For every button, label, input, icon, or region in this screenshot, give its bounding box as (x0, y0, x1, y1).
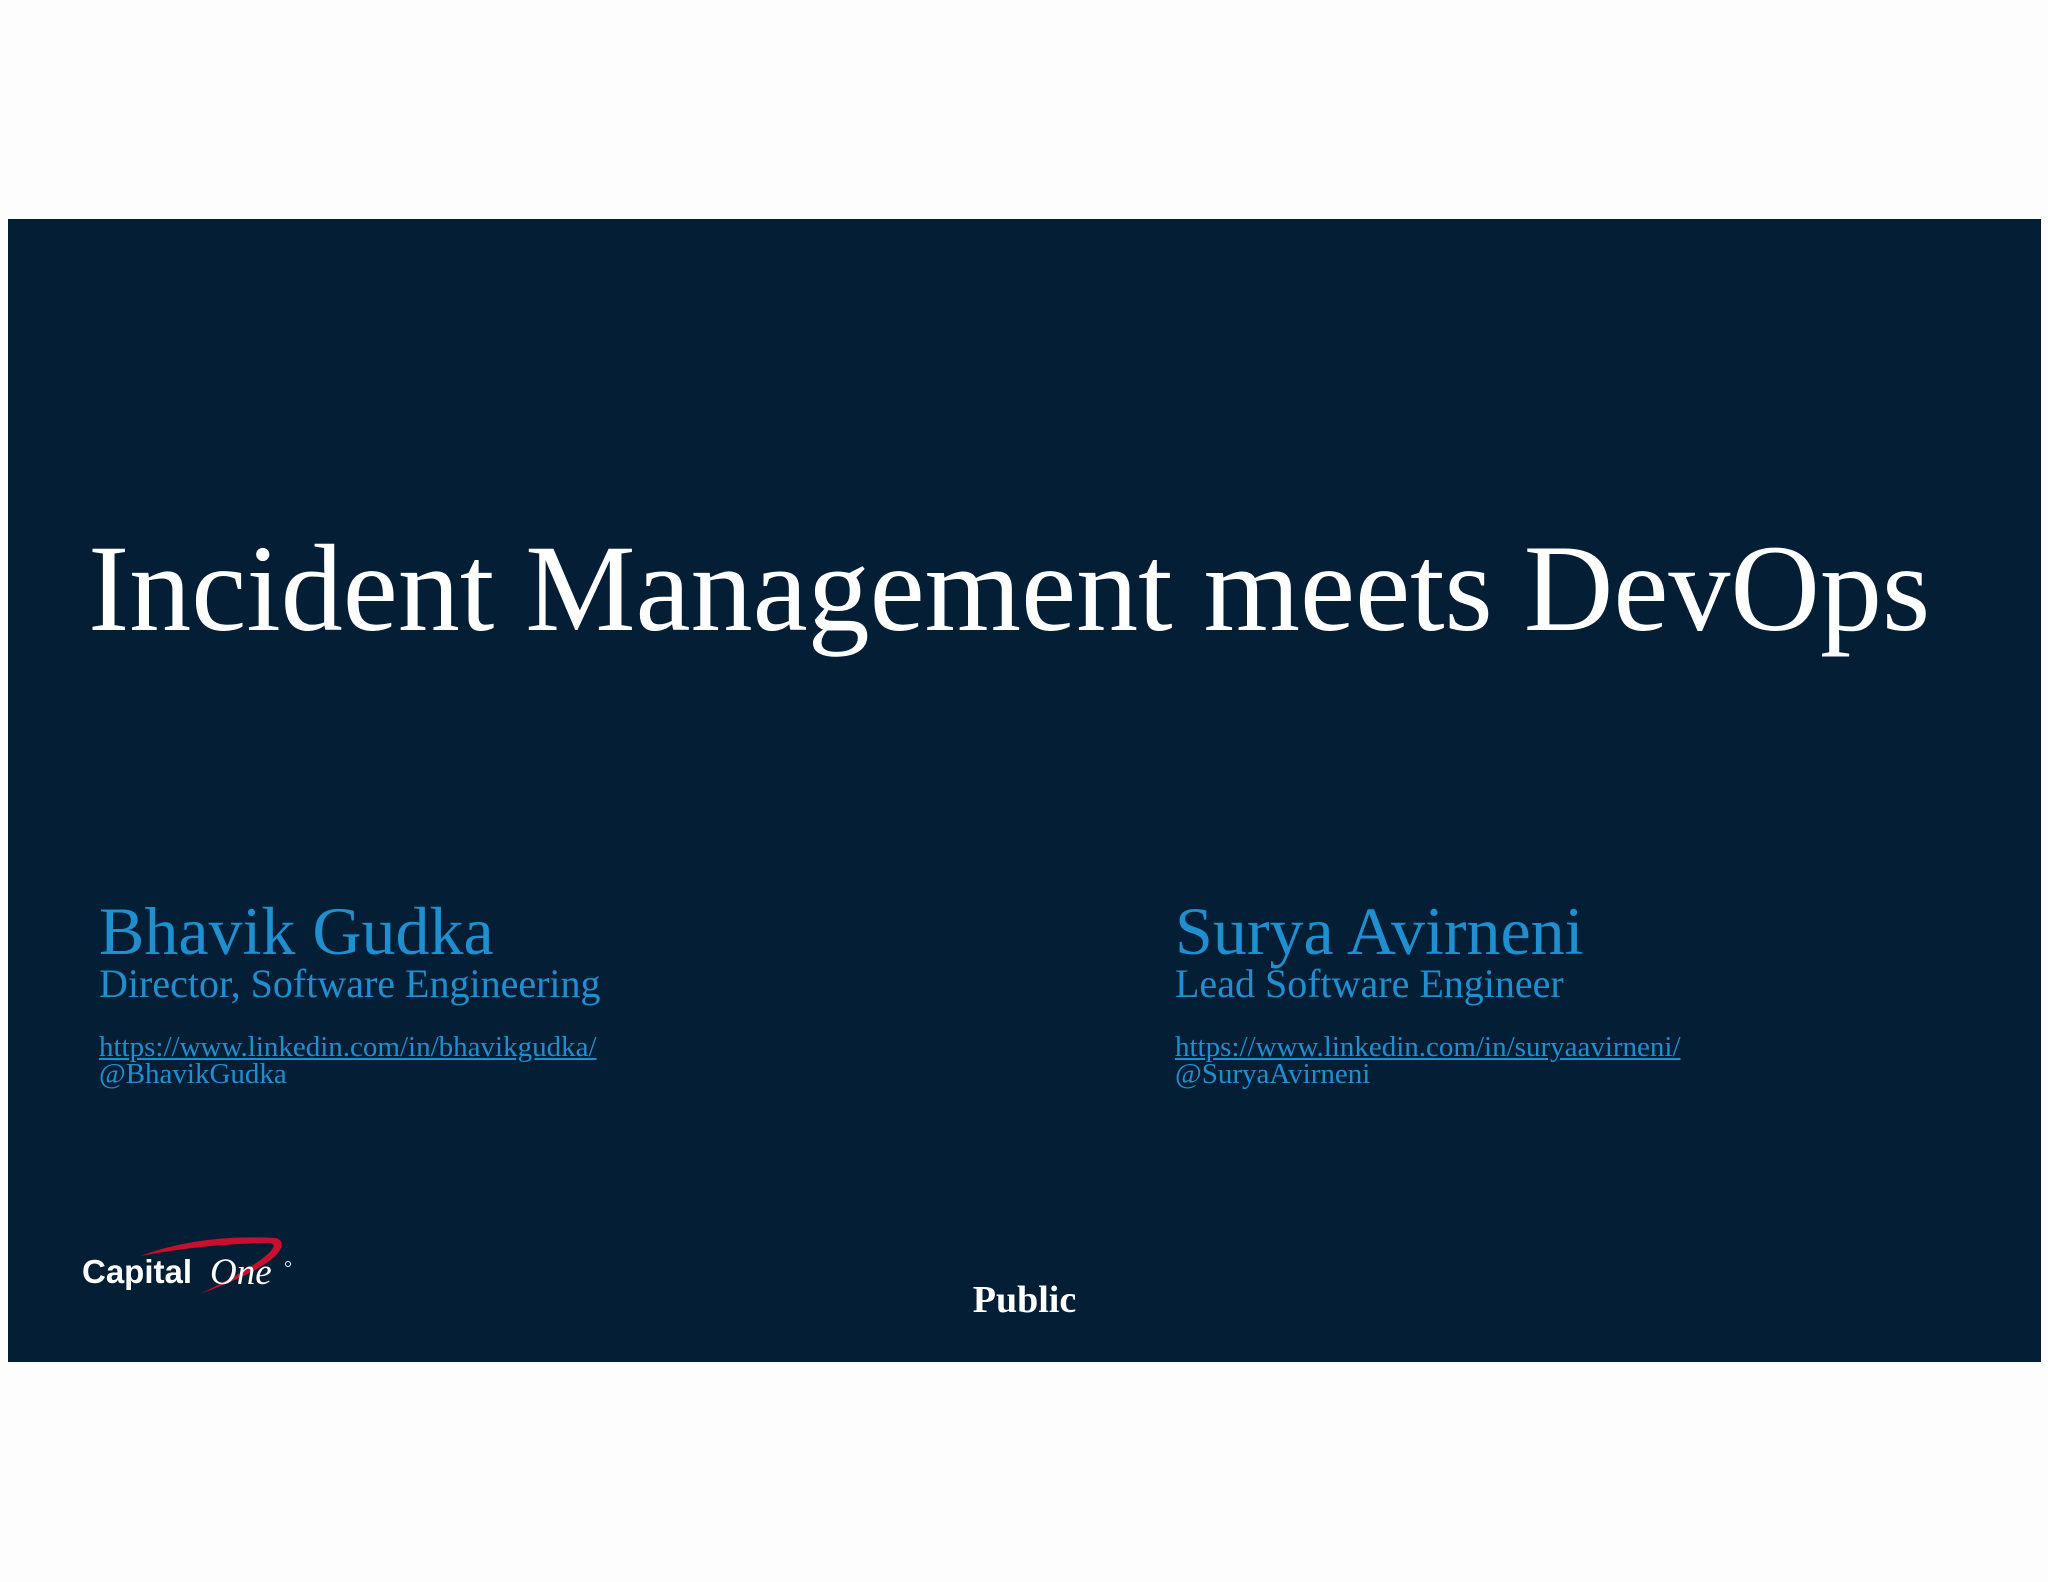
linkedin-link[interactable]: https://www.linkedin.com/in/suryaavirnen… (1175, 1033, 1681, 1062)
slide-title: Incident Management meets DevOps (88, 520, 1931, 657)
page: Incident Management meets DevOps Bhavik … (0, 0, 2048, 1582)
twitter-handle: @SuryaAvirneni (1175, 1058, 1371, 1090)
speaker-surya: Surya Avirneni Lead Software Engineer ht… (1175, 893, 1681, 1090)
speaker-name: Surya Avirneni (1175, 893, 1584, 969)
speaker-bhavik: Bhavik Gudka Director, Software Engineer… (99, 893, 601, 1090)
speaker-role: Lead Software Engineer (1175, 961, 1564, 1006)
speaker-name: Bhavik Gudka (99, 893, 494, 969)
linkedin-link[interactable]: https://www.linkedin.com/in/bhavikgudka/ (99, 1033, 601, 1062)
speaker-role: Director, Software Engineering (99, 961, 601, 1006)
twitter-handle: @BhavikGudka (99, 1058, 287, 1090)
registered-mark-icon (285, 1261, 291, 1267)
classification-label: Public (972, 1279, 1077, 1321)
title-slide: Incident Management meets DevOps Bhavik … (8, 219, 2041, 1362)
